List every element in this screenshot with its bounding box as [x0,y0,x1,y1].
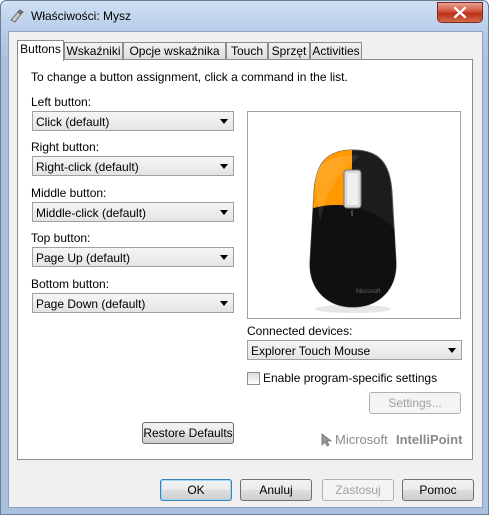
enable-program-specific-checkbox[interactable] [247,372,260,385]
connected-devices-label: Connected devices: [247,324,353,338]
restore-defaults-button[interactable]: Restore Defaults [142,422,234,444]
left-button-value: Click (default) [36,115,110,129]
buttons-tab-panel: To change a button assignment, click a c… [17,59,473,460]
tab-label: Wskaźniki [66,44,121,58]
brand-product: IntelliPoint [396,432,463,447]
enable-program-specific-label: Enable program-specific settings [263,371,438,385]
tab-label: Sprzęt [271,44,307,58]
apply-button-label: Zastosuj [335,483,381,497]
tab-buttons[interactable]: Buttons [17,40,64,61]
tab-sprzet[interactable]: Sprzęt [268,42,310,60]
intellipoint-logo: Microsoft IntelliPoint [320,432,470,450]
mouse-brand-text: Microsoft [356,289,381,295]
top-button-value: Page Up (default) [36,251,131,265]
chevron-down-icon [220,301,228,306]
restore-defaults-label: Restore Defaults [143,426,233,440]
instruction-text: To change a button assignment, click a c… [31,70,348,84]
right-button-select[interactable]: Right-click (default) [32,156,234,176]
chevron-down-icon [220,164,228,169]
tab-label: Buttons [20,42,61,56]
chevron-down-icon [220,255,228,260]
connected-devices-select[interactable]: Explorer Touch Mouse [247,340,462,360]
tab-activities[interactable]: Activities [310,42,362,60]
pointer-logo-icon [321,433,332,447]
mouse-illustration: Microsoft [309,149,397,313]
tab-label: Touch [230,44,264,58]
tab-wskazniki[interactable]: Wskaźniki [64,42,123,60]
bottom-button-value: Page Down (default) [36,297,146,311]
close-icon [453,6,467,19]
right-button-label: Right button: [31,140,100,154]
mouse-app-icon [10,9,24,23]
window-title: Właściwości: Mysz [31,9,132,23]
settings-button[interactable]: Settings... [369,392,461,414]
tab-opcje-wskaznika[interactable]: Opcje wskaźnika [123,42,226,60]
help-button-label: Pomoc [419,483,457,497]
ok-button[interactable]: OK [160,479,232,501]
cancel-button[interactable]: Anuluj [240,479,312,501]
tab-label: Activities [312,44,360,58]
chevron-down-icon [448,348,456,353]
top-button-label: Top button: [31,231,91,245]
chevron-down-icon [220,119,228,124]
dialog-client-area: Buttons Wskaźniki Opcje wskaźnika Touch … [8,31,483,508]
apply-button[interactable]: Zastosuj [322,479,394,501]
tab-label: Opcje wskaźnika [129,44,220,58]
connected-device-value: Explorer Touch Mouse [251,344,371,358]
properties-window: Właściwości: Mysz Buttons Wskaźniki Opcj… [0,0,489,515]
help-button[interactable]: Pomoc [402,479,474,501]
title-bar[interactable]: Właściwości: Mysz [1,1,488,31]
bottom-button-select[interactable]: Page Down (default) [32,293,234,313]
cancel-button-label: Anuluj [259,483,293,497]
bottom-button-label: Bottom button: [31,277,110,291]
tab-touch[interactable]: Touch [226,42,268,60]
middle-button-value: Middle-click (default) [36,206,147,220]
close-button[interactable] [437,2,483,23]
left-button-select[interactable]: Click (default) [32,111,234,131]
ok-button-label: OK [187,483,205,497]
chevron-down-icon [220,210,228,215]
middle-button-label: Middle button: [31,186,107,200]
settings-button-label: Settings... [388,396,442,410]
top-button-select[interactable]: Page Up (default) [32,247,234,267]
brand-prefix: Microsoft [335,432,388,447]
middle-button-select[interactable]: Middle-click (default) [32,202,234,222]
mouse-preview: Microsoft [247,111,461,319]
right-button-value: Right-click (default) [36,160,139,174]
left-button-label: Left button: [31,95,92,109]
